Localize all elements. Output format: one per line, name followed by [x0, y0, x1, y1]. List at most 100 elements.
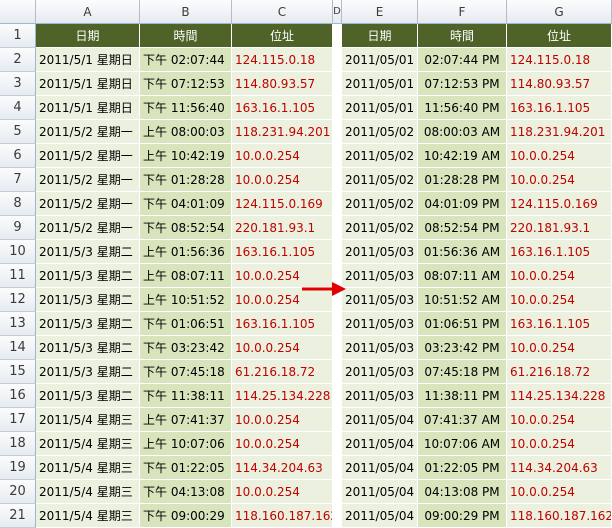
cell-c[interactable]: 10.0.0.254 — [232, 480, 333, 504]
cell-a[interactable]: 2011/5/4 星期三 — [36, 456, 140, 480]
cell-g[interactable]: 10.0.0.254 — [507, 144, 612, 168]
cell-f[interactable]: 02:07:44 PM — [418, 48, 507, 72]
column-header-f[interactable]: F — [418, 0, 507, 24]
cell-f[interactable]: 11:56:40 PM — [418, 96, 507, 120]
cell-f[interactable]: 08:52:54 PM — [418, 216, 507, 240]
cell-f[interactable]: 01:28:28 PM — [418, 168, 507, 192]
cell-a[interactable]: 2011/5/4 星期三 — [36, 408, 140, 432]
header-address-left[interactable]: 位址 — [232, 24, 333, 48]
row-header-11[interactable]: 11 — [0, 264, 36, 288]
cell-f[interactable]: 11:38:11 PM — [418, 384, 507, 408]
cell-a[interactable]: 2011/5/2 星期一 — [36, 144, 140, 168]
cell-g[interactable]: 10.0.0.254 — [507, 288, 612, 312]
row-header-4[interactable]: 4 — [0, 96, 36, 120]
cell-e[interactable]: 2011/05/03 — [342, 312, 418, 336]
cell-f[interactable]: 09:00:29 PM — [418, 504, 507, 528]
cell-f[interactable]: 01:06:51 PM — [418, 312, 507, 336]
cell-b[interactable]: 下午 11:38:11 — [140, 384, 232, 408]
cell-f[interactable]: 01:22:05 PM — [418, 456, 507, 480]
cell-g[interactable]: 114.25.134.228 — [507, 384, 612, 408]
cell-a[interactable]: 2011/5/1 星期日 — [36, 72, 140, 96]
cell-f[interactable]: 01:56:36 AM — [418, 240, 507, 264]
cell-g[interactable]: 114.80.93.57 — [507, 72, 612, 96]
cell-b[interactable]: 上午 10:42:19 — [140, 144, 232, 168]
row-header-17[interactable]: 17 — [0, 408, 36, 432]
cell-c[interactable]: 124.115.0.18 — [232, 48, 333, 72]
row-header-2[interactable]: 2 — [0, 48, 36, 72]
select-all-corner[interactable] — [0, 0, 36, 24]
cell-g[interactable]: 163.16.1.105 — [507, 312, 612, 336]
cell-e[interactable]: 2011/05/01 — [342, 96, 418, 120]
cell-g[interactable]: 124.115.0.18 — [507, 48, 612, 72]
cell-e[interactable]: 2011/05/03 — [342, 384, 418, 408]
cell-c[interactable]: 114.25.134.228 — [232, 384, 333, 408]
cell-g[interactable]: 10.0.0.254 — [507, 336, 612, 360]
cell-c[interactable]: 10.0.0.254 — [232, 168, 333, 192]
row-header-3[interactable]: 3 — [0, 72, 36, 96]
cell-c[interactable]: 124.115.0.169 — [232, 192, 333, 216]
cell-f[interactable]: 08:00:03 AM — [418, 120, 507, 144]
cell-b[interactable]: 下午 08:52:54 — [140, 216, 232, 240]
row-header-14[interactable]: 14 — [0, 336, 36, 360]
cell-e[interactable]: 2011/05/02 — [342, 120, 418, 144]
cell-b[interactable]: 下午 04:01:09 — [140, 192, 232, 216]
cell-b[interactable]: 下午 02:07:44 — [140, 48, 232, 72]
cell-e[interactable]: 2011/05/03 — [342, 360, 418, 384]
cell-e[interactable]: 2011/05/04 — [342, 504, 418, 528]
cell-f[interactable]: 10:07:06 AM — [418, 432, 507, 456]
cell-f[interactable]: 08:07:11 AM — [418, 264, 507, 288]
cell-c[interactable]: 10.0.0.254 — [232, 408, 333, 432]
cell-b[interactable]: 下午 01:28:28 — [140, 168, 232, 192]
row-header-7[interactable]: 7 — [0, 168, 36, 192]
cell-b[interactable]: 下午 03:23:42 — [140, 336, 232, 360]
cell-c[interactable]: 163.16.1.105 — [232, 312, 333, 336]
cell-e[interactable]: 2011/05/01 — [342, 72, 418, 96]
cell-b[interactable]: 上午 10:07:06 — [140, 432, 232, 456]
cell-f[interactable]: 07:12:53 PM — [418, 72, 507, 96]
cell-e[interactable]: 2011/05/04 — [342, 456, 418, 480]
column-header-b[interactable]: B — [140, 0, 232, 24]
column-header-c[interactable]: C — [232, 0, 333, 24]
column-header-d[interactable]: D — [333, 0, 342, 24]
row-header-6[interactable]: 6 — [0, 144, 36, 168]
cell-e[interactable]: 2011/05/02 — [342, 192, 418, 216]
cell-e[interactable]: 2011/05/04 — [342, 480, 418, 504]
cell-c[interactable]: 10.0.0.254 — [232, 432, 333, 456]
cell-a[interactable]: 2011/5/3 星期二 — [36, 288, 140, 312]
cell-c[interactable]: 220.181.93.1 — [232, 216, 333, 240]
cell-c[interactable]: 118.231.94.201 — [232, 120, 333, 144]
cell-f[interactable]: 04:01:09 PM — [418, 192, 507, 216]
cell-g[interactable]: 10.0.0.254 — [507, 168, 612, 192]
row-header-9[interactable]: 9 — [0, 216, 36, 240]
cell-g[interactable]: 163.16.1.105 — [507, 96, 612, 120]
cell-a[interactable]: 2011/5/3 星期二 — [36, 360, 140, 384]
header-address-right[interactable]: 位址 — [507, 24, 612, 48]
cell-g[interactable]: 10.0.0.254 — [507, 264, 612, 288]
cell-e[interactable]: 2011/05/02 — [342, 168, 418, 192]
cell-g[interactable]: 10.0.0.254 — [507, 432, 612, 456]
cell-f[interactable]: 10:51:52 AM — [418, 288, 507, 312]
cell-g[interactable]: 163.16.1.105 — [507, 240, 612, 264]
cell-b[interactable]: 上午 07:41:37 — [140, 408, 232, 432]
cell-a[interactable]: 2011/5/2 星期一 — [36, 216, 140, 240]
cell-c[interactable]: 118.160.187.162 — [232, 504, 333, 528]
cell-c[interactable]: 61.216.18.72 — [232, 360, 333, 384]
cell-f[interactable]: 03:23:42 PM — [418, 336, 507, 360]
row-header-10[interactable]: 10 — [0, 240, 36, 264]
cell-e[interactable]: 2011/05/01 — [342, 48, 418, 72]
cell-c[interactable]: 114.80.93.57 — [232, 72, 333, 96]
cell-g[interactable]: 124.115.0.169 — [507, 192, 612, 216]
cell-b[interactable]: 下午 01:22:05 — [140, 456, 232, 480]
column-header-e[interactable]: E — [342, 0, 418, 24]
cell-a[interactable]: 2011/5/4 星期三 — [36, 432, 140, 456]
cell-a[interactable]: 2011/5/2 星期一 — [36, 168, 140, 192]
row-header-21[interactable]: 21 — [0, 504, 36, 528]
cell-c[interactable]: 163.16.1.105 — [232, 96, 333, 120]
cell-a[interactable]: 2011/5/2 星期一 — [36, 120, 140, 144]
cell-f[interactable]: 04:13:08 PM — [418, 480, 507, 504]
cell-e[interactable]: 2011/05/02 — [342, 216, 418, 240]
cell-e[interactable]: 2011/05/04 — [342, 408, 418, 432]
cell-a[interactable]: 2011/5/3 星期二 — [36, 384, 140, 408]
cell-f[interactable]: 07:41:37 AM — [418, 408, 507, 432]
cell-g[interactable]: 114.34.204.63 — [507, 456, 612, 480]
